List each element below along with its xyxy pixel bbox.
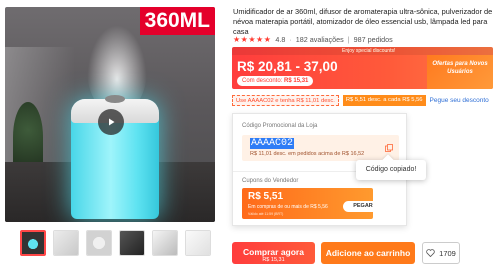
deal-label: Enjoy special discounts! xyxy=(232,47,493,55)
buy-now-label: Comprar agora xyxy=(243,246,304,257)
buy-now-price: R$ 15,31 xyxy=(262,256,285,263)
product-title: Umidificador de ar 360ml, difusor de aro… xyxy=(233,7,493,36)
promo-code-box[interactable]: AAAAC02 R$ 11,01 desc. em pedidos acima … xyxy=(242,135,399,161)
seller-coupon-condition: Em compras de ou mais de R$ 5,56 xyxy=(248,204,328,210)
thumbnail-2[interactable] xyxy=(53,230,79,256)
discount-value: R$ 15,31 xyxy=(284,78,309,84)
thumbnail-strip xyxy=(20,230,211,256)
orders-count: 987 pedidos xyxy=(353,35,393,44)
seller-coupon-amount: R$ 5,51 xyxy=(248,191,284,202)
wishlist-count: 1709 xyxy=(439,248,456,258)
deal-price-box: Enjoy special discounts! R$ 20,81 - 37,0… xyxy=(232,47,493,89)
buy-now-button[interactable]: Comprar agora R$ 15,31 xyxy=(232,242,315,264)
discount-pill: Com desconto: R$ 15,31 xyxy=(237,76,314,86)
product-main-image[interactable]: 360ML xyxy=(5,7,215,222)
store-code-heading: Código Promocional da Loja xyxy=(242,123,318,129)
wishlist-button[interactable]: 1709 xyxy=(422,242,460,264)
discount-prefix: Com desconto: xyxy=(242,78,283,84)
copied-tooltip: Código copiado! xyxy=(356,160,426,180)
promo-code-text[interactable]: AAAAC02 xyxy=(250,138,295,149)
seller-coupons-heading: Cupons do Vendedor xyxy=(242,178,299,184)
add-to-cart-button[interactable]: Adicione ao carrinho xyxy=(321,242,415,264)
claim-coupon-button[interactable]: PEGAR xyxy=(343,201,383,212)
price-range: R$ 20,81 - 37,00 xyxy=(237,59,338,74)
promo-code-desc: R$ 11,01 desc. em pedidos acima de R$ 16… xyxy=(250,151,365,157)
promo-row: Use AAAAC02 e tenha R$ 11,01 desc. R$ 5,… xyxy=(232,95,489,106)
rating-row: ★★★★★ 4.8 · 182 avaliações | 987 pedidos xyxy=(233,35,393,44)
store-discount-tag[interactable]: R$ 5,51 desc. a cada R$ 5,56 xyxy=(342,95,426,106)
separator-pipe: | xyxy=(347,35,350,44)
thumbnail-4[interactable] xyxy=(119,230,145,256)
thumbnail-3[interactable] xyxy=(86,230,112,256)
heart-icon xyxy=(426,249,435,257)
capacity-badge: 360ML xyxy=(139,7,215,35)
reviews-count[interactable]: 182 avaliações xyxy=(296,35,344,44)
seller-coupon-validity: Válido até 11:59 (BRT) xyxy=(248,212,284,216)
get-discount-link[interactable]: Pegue seu desconto xyxy=(430,97,489,104)
play-video-button[interactable] xyxy=(98,109,124,135)
thumbnail-6[interactable] xyxy=(185,230,211,256)
separator-dot: · xyxy=(289,35,292,44)
promo-code-tag[interactable]: Use AAAAC02 e tenha R$ 11,01 desc. xyxy=(232,95,339,106)
thumbnail-1[interactable] xyxy=(20,230,46,256)
copy-icon[interactable] xyxy=(385,144,393,152)
thumbnail-5[interactable] xyxy=(152,230,178,256)
rating-value: 4.8 xyxy=(275,35,286,44)
humidifier-nozzle xyxy=(105,95,125,103)
rating-stars: ★★★★★ xyxy=(233,35,272,44)
play-icon xyxy=(109,118,115,126)
new-users-offer[interactable]: Ofertas para Novos Usuários xyxy=(427,55,493,89)
